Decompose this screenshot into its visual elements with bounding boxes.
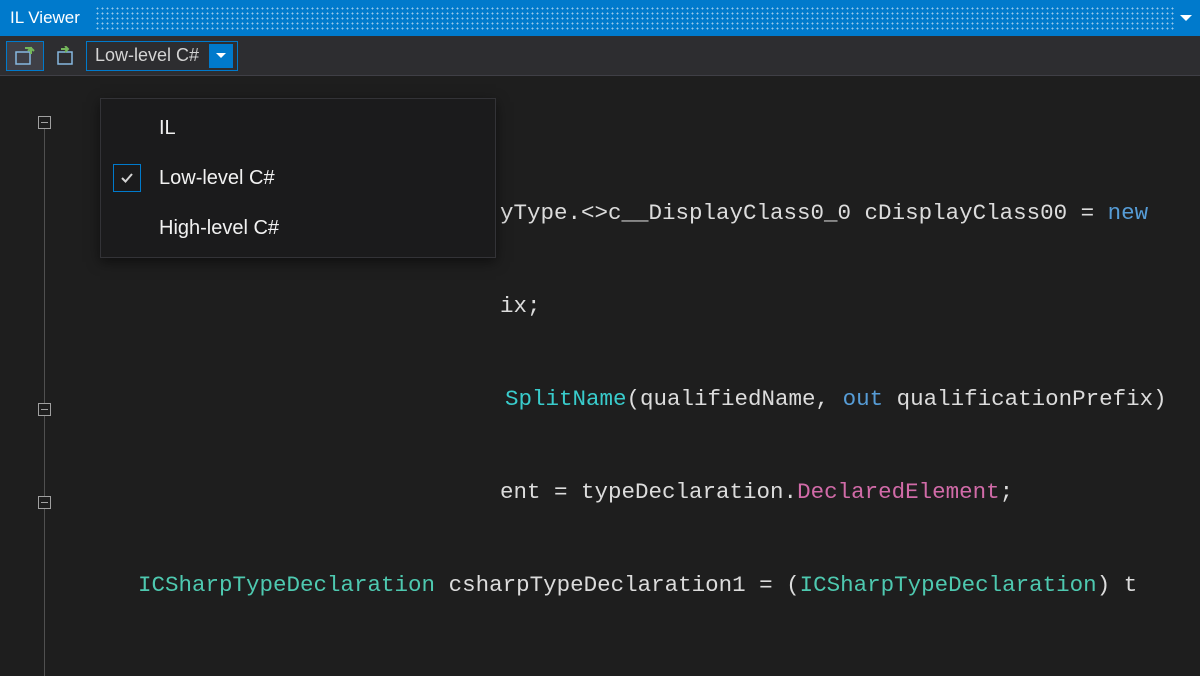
title-bar: IL Viewer: [0, 0, 1200, 36]
code-line: ix;: [60, 291, 1200, 322]
collapse-arrow-icon[interactable]: [1180, 15, 1192, 21]
menu-item-high-level-csharp[interactable]: High-level C#: [101, 203, 495, 253]
export-icon: [53, 46, 77, 66]
fold-toggle[interactable]: [38, 403, 51, 416]
fold-toggle[interactable]: [38, 496, 51, 509]
menu-item-label: Low-level C#: [159, 167, 275, 190]
fold-toggle[interactable]: [38, 116, 51, 129]
panel-title: IL Viewer: [10, 8, 80, 28]
dropdown-arrow-icon: [209, 44, 233, 68]
decompiler-mode-menu: IL Low-level C# High-level C#: [100, 98, 496, 258]
dropdown-label: Low-level C#: [95, 45, 199, 66]
toolbar: Low-level C#: [0, 36, 1200, 76]
refresh-icon: [13, 46, 37, 66]
title-grip[interactable]: [95, 6, 1174, 30]
decompiler-mode-dropdown[interactable]: Low-level C#: [86, 41, 238, 71]
check-icon: [113, 164, 141, 192]
menu-item-label: High-level C#: [159, 217, 279, 240]
refresh-button[interactable]: [6, 41, 44, 71]
code-line: ICSharpTypeDeclaration csharpTypeDeclara…: [60, 570, 1200, 600]
menu-item-label: IL: [159, 117, 176, 140]
export-button[interactable]: [46, 41, 84, 71]
code-line: SplitName(qualifiedName, out qualificati…: [60, 384, 1200, 415]
menu-item-il[interactable]: IL: [101, 103, 495, 153]
code-line: ent = typeDeclaration.DeclaredElement;: [60, 477, 1200, 508]
gutter: [0, 76, 60, 600]
check-icon: [113, 214, 141, 242]
menu-item-low-level-csharp[interactable]: Low-level C#: [101, 153, 495, 203]
check-icon: [113, 114, 141, 142]
fold-guide: [44, 116, 45, 676]
